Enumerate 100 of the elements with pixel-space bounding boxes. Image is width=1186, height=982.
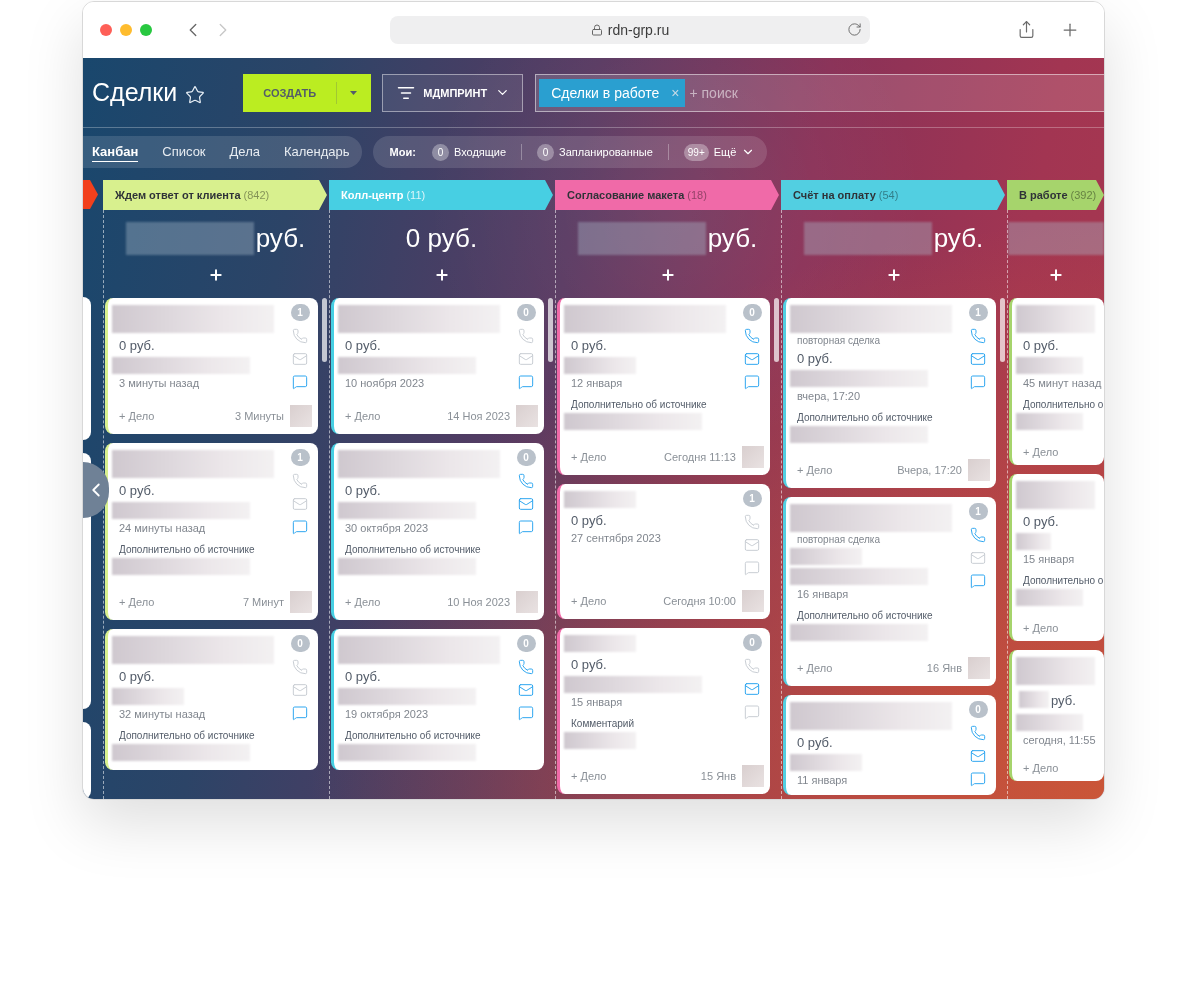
- phone-icon[interactable]: [744, 514, 760, 530]
- add-deal-button[interactable]: [433, 267, 450, 283]
- chat-icon[interactable]: [744, 704, 760, 720]
- add-task-link[interactable]: + Дело: [1023, 622, 1059, 634]
- add-task-link[interactable]: + Дело: [119, 596, 155, 608]
- chat-icon[interactable]: [970, 374, 986, 390]
- deal-card[interactable]: 0 руб. 10 ноября 2023 0 + Дело 14 Ноя 2023: [331, 298, 544, 434]
- minimize-button[interactable]: [120, 24, 132, 36]
- filter-tag[interactable]: Сделки в работе ×: [539, 78, 686, 107]
- mail-icon[interactable]: [970, 748, 986, 764]
- deal-amount: 0 руб.: [797, 735, 834, 750]
- mail-icon[interactable]: [744, 537, 760, 553]
- mail-icon[interactable]: [518, 351, 534, 367]
- deal-card[interactable]: 0 руб. 32 минуты назад Дополнительно об источнике 0: [105, 629, 318, 770]
- view-tab[interactable]: Список: [162, 142, 206, 162]
- add-task-link[interactable]: + Дело: [1023, 762, 1059, 774]
- mail-icon[interactable]: [292, 496, 308, 512]
- deal-card[interactable]: повторная сделка 16 января Дополнительно об источнике 1 + Дело 16 Янв: [783, 497, 996, 686]
- mail-icon[interactable]: [292, 682, 308, 698]
- chat-icon[interactable]: [518, 519, 534, 535]
- phone-icon[interactable]: [744, 658, 760, 674]
- counter-filter[interactable]: 0 Входящие: [431, 143, 507, 161]
- chat-icon[interactable]: [292, 519, 308, 535]
- deal-card[interactable]: 0 руб. 30 октября 2023 Дополнительно об источнике 0 + Дело 10 Ноя 2023: [331, 443, 544, 620]
- add-task-link[interactable]: + Дело: [571, 595, 607, 607]
- chat-icon[interactable]: [518, 705, 534, 721]
- mail-icon[interactable]: [292, 351, 308, 367]
- deal-card[interactable]: 0 руб. 12 января Дополнительно об источнике 0 + Дело Сегодня 11:13: [557, 298, 770, 475]
- deal-card[interactable]: 0 руб. 15 января Дополнительно о + Дело: [1009, 474, 1104, 641]
- add-deal-button[interactable]: [207, 267, 224, 283]
- chat-icon[interactable]: [292, 705, 308, 721]
- phone-icon[interactable]: [970, 527, 986, 543]
- view-tab[interactable]: Дела: [229, 142, 260, 162]
- deal-card[interactable]: руб. сегодня, 11:55 + Дело: [1009, 650, 1104, 781]
- add-task-link[interactable]: + Дело: [571, 770, 607, 782]
- phone-icon[interactable]: [970, 725, 986, 741]
- deal-card[interactable]: 0 руб. 19 октября 2023 Дополнительно об источнике 0: [331, 629, 544, 770]
- add-deal-button[interactable]: [1048, 267, 1064, 283]
- scroll-thumb[interactable]: [322, 298, 327, 362]
- scroll-thumb[interactable]: [1000, 298, 1005, 362]
- chat-icon[interactable]: [744, 560, 760, 576]
- stage-header[interactable]: В работе (392): [1007, 180, 1104, 210]
- add-task-link[interactable]: + Дело: [119, 410, 155, 422]
- phone-icon[interactable]: [292, 659, 308, 675]
- reload-icon[interactable]: [847, 22, 862, 37]
- scroll-thumb[interactable]: [548, 298, 553, 362]
- phone-icon[interactable]: [744, 328, 760, 344]
- mail-icon[interactable]: [518, 496, 534, 512]
- deal-amount: 0 руб.: [119, 669, 156, 684]
- share-icon[interactable]: [1017, 20, 1036, 40]
- phone-icon[interactable]: [970, 328, 986, 344]
- phone-icon[interactable]: [292, 328, 308, 344]
- scroll-left-button[interactable]: [83, 462, 109, 518]
- stage-header[interactable]: Счёт на оплату (54): [781, 180, 1005, 210]
- deal-card[interactable]: 0 руб. 3 минуты назад 1 + Дело 3 Минуты: [105, 298, 318, 434]
- add-task-link[interactable]: + Дело: [1023, 446, 1059, 458]
- view-tab[interactable]: Канбан: [92, 142, 139, 162]
- deal-card[interactable]: 0 руб. 45 минут назад Дополнительно о + Дело: [1009, 298, 1104, 465]
- phone-icon[interactable]: [518, 659, 534, 675]
- chat-icon[interactable]: [292, 374, 308, 390]
- add-deal-button[interactable]: [659, 267, 676, 283]
- create-button[interactable]: СОЗДАТЬ: [243, 73, 372, 112]
- mail-icon[interactable]: [970, 550, 986, 566]
- scroll-thumb[interactable]: [774, 298, 779, 362]
- counter-filter[interactable]: 99+ Ещё: [683, 143, 756, 161]
- add-task-link[interactable]: + Дело: [345, 410, 381, 422]
- deal-card[interactable]: повторная сделка 0 руб. вчера, 17:20 Дополнительно об источнике 1 + Дело Вчера, 17:20: [783, 298, 996, 488]
- phone-icon[interactable]: [292, 473, 308, 489]
- view-tab[interactable]: Календарь: [284, 142, 350, 162]
- chat-icon[interactable]: [744, 374, 760, 390]
- mail-icon[interactable]: [970, 351, 986, 367]
- chat-icon[interactable]: [518, 374, 534, 390]
- counter-filter[interactable]: 0 Запланированные: [537, 143, 653, 161]
- mail-icon[interactable]: [744, 351, 760, 367]
- chat-icon[interactable]: [970, 771, 986, 787]
- stage-header[interactable]: Согласование макета (18): [555, 180, 779, 210]
- phone-icon[interactable]: [518, 473, 534, 489]
- add-deal-button[interactable]: [885, 267, 902, 283]
- add-task-link[interactable]: + Дело: [571, 451, 607, 463]
- star-icon[interactable]: [185, 84, 206, 105]
- stage-header[interactable]: Ждем ответ от клиента (842): [103, 180, 327, 210]
- mail-icon[interactable]: [744, 681, 760, 697]
- zoom-button[interactable]: [140, 24, 152, 36]
- caret-icon[interactable]: [350, 90, 358, 95]
- deal-card[interactable]: 0 руб. 27 сентября 2023 1 + Дело Сегодня 10:00: [557, 484, 770, 619]
- address-bar[interactable]: rdn-grp.ru: [390, 16, 870, 44]
- deal-card[interactable]: 0 руб. 15 января Комментарий 0 + Дело 15 Янв: [557, 628, 770, 794]
- deal-time: Вчера, 17:20: [897, 464, 962, 476]
- deal-card[interactable]: 0 руб. 24 минуты назад Дополнительно об источнике 1 + Дело 7 Минут: [105, 443, 318, 620]
- add-task-link[interactable]: + Дело: [797, 464, 833, 476]
- chat-icon[interactable]: [970, 573, 986, 589]
- phone-icon[interactable]: [518, 328, 534, 344]
- search-input[interactable]: + поиск: [685, 77, 1104, 108]
- deal-card[interactable]: 0 руб. 11 января 0: [783, 695, 996, 795]
- filter-button[interactable]: МДМПРИНТ: [382, 73, 524, 112]
- add-task-link[interactable]: + Дело: [345, 596, 381, 608]
- mail-icon[interactable]: [518, 682, 534, 698]
- add-task-link[interactable]: + Дело: [797, 662, 833, 674]
- close-button[interactable]: [100, 24, 112, 36]
- search-field[interactable]: Сделки в работе × + поиск: [535, 73, 1104, 112]
